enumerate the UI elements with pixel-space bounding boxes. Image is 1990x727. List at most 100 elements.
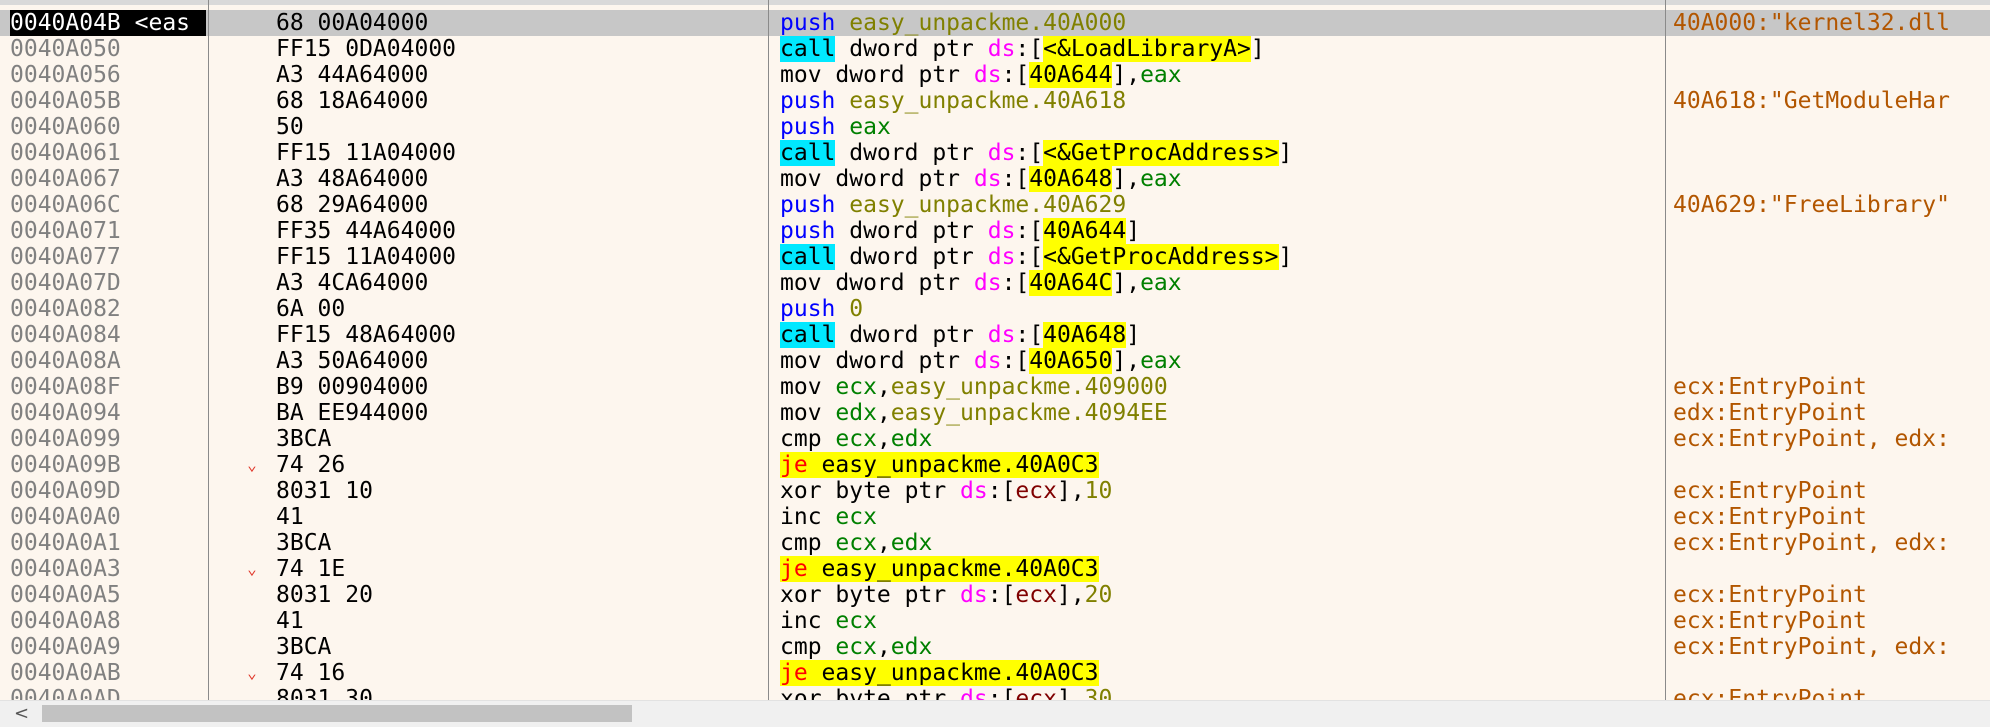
instruction-token: ,: [876, 426, 891, 452]
address-cell: 0040A0A5: [10, 582, 121, 608]
bytes-cell: 8031 10: [276, 478, 373, 504]
address-cell: 0040A084: [10, 322, 121, 348]
jump-arrow-icon[interactable]: ⌄: [240, 452, 264, 478]
column-divider-bytes[interactable]: [768, 0, 769, 700]
disasm-row[interactable]: 0040A08A A3 50A64000 mov dword ptr ds:[40A…: [0, 348, 1990, 374]
instruction-token: ds: [973, 270, 1002, 296]
scrollbar-thumb[interactable]: [42, 705, 632, 722]
disasm-row[interactable]: 0040A071 FF35 44A64000 push dword ptr ds:[…: [0, 218, 1990, 244]
instruction-token: ,: [876, 374, 891, 400]
disasm-row[interactable]: 0040A05B 68 18A64000 push easy_unpackme.40…: [0, 88, 1990, 114]
disasm-row[interactable]: 0040A0AB ⌄ 74 16 je easy_unpackme.40A0C3: [0, 660, 1990, 686]
instruction-token: ,: [876, 400, 891, 426]
comment-cell: ecx:EntryPoint: [1673, 504, 1867, 530]
instruction-token: je: [780, 452, 808, 478]
address-cell: 0040A0A1: [10, 530, 121, 556]
disasm-row[interactable]: 0040A060 50 push eax: [0, 114, 1990, 140]
disassembly-cell: mov ecx,easy_unpackme.409000: [780, 374, 1660, 400]
bytes-cell: A3 44A64000: [276, 62, 429, 88]
instruction-token: inc: [780, 608, 836, 634]
disasm-row[interactable]: 0040A056 A3 44A64000 mov dword ptr ds:[40A…: [0, 62, 1990, 88]
disasm-row[interactable]: 0040A09B ⌄ 74 26 je easy_unpackme.40A0C3: [0, 452, 1990, 478]
instruction-token: ],: [1112, 270, 1141, 296]
disasm-row[interactable]: 0040A099 3BCA cmp ecx,edx ecx:EntryPoint, e…: [0, 426, 1990, 452]
disassembly-cell: mov dword ptr ds:[40A64C],eax: [780, 270, 1660, 296]
horizontal-scrollbar[interactable]: <: [0, 700, 1990, 727]
disassembly-cell: call dword ptr ds:[40A648]: [780, 322, 1660, 348]
disassembly-cell: je easy_unpackme.40A0C3: [780, 556, 1660, 582]
disasm-row[interactable]: 0040A050 FF15 0DA04000 call dword ptr ds:[…: [0, 36, 1990, 62]
disasm-row[interactable]: 0040A06C 68 29A64000 push easy_unpackme.40…: [0, 192, 1990, 218]
address-cell: 0040A09B: [10, 452, 121, 478]
instruction-token: push: [780, 88, 836, 114]
disasm-row[interactable]: 0040A0A0 41 inc ecx ecx:EntryPoint: [0, 504, 1990, 530]
instruction-token: edx: [890, 634, 933, 660]
instruction-token: :[: [987, 478, 1016, 504]
disasm-row[interactable]: 0040A0A1 3BCA cmp ecx,edx ecx:EntryPoint, e…: [0, 530, 1990, 556]
comment-cell: ecx:EntryPoint: [1673, 478, 1867, 504]
column-divider-disassembly[interactable]: [1665, 0, 1666, 700]
instruction-token: cmp: [780, 530, 836, 556]
disassembly-cell: inc ecx: [780, 608, 1660, 634]
disasm-row[interactable]: 0040A0AD 8031 30 xor byte ptr ds:[ecx],30 e…: [0, 686, 1990, 700]
address-cell: 0040A099: [10, 426, 121, 452]
instruction-token: ecx: [1015, 582, 1057, 608]
disasm-row[interactable]: 0040A08F B9 00904000 mov ecx,easy_unpackme…: [0, 374, 1990, 400]
instruction-token: edx: [835, 400, 877, 426]
disasm-row[interactable]: 0040A077 FF15 11A04000 call dword ptr ds:[…: [0, 244, 1990, 270]
disasm-row[interactable]: 0040A084 FF15 48A64000 call dword ptr ds:[…: [0, 322, 1990, 348]
address-cell: 0040A0AD: [10, 686, 121, 700]
instruction-token: ds: [987, 322, 1016, 348]
instruction-token: [835, 296, 849, 322]
instruction-token: ds: [973, 62, 1002, 88]
disassembly-cell: mov dword ptr ds:[40A648],eax: [780, 166, 1660, 192]
disasm-row[interactable]: 0040A0A9 3BCA cmp ecx,edx ecx:EntryPoint, e…: [0, 634, 1990, 660]
disasm-row[interactable]: 0040A0A5 8031 20 xor byte ptr ds:[ecx],20 e…: [0, 582, 1990, 608]
comment-cell: 40A618:"GetModuleHar: [1673, 88, 1950, 114]
header-strip: [0, 0, 1990, 5]
instruction-token: 40A644: [1043, 218, 1127, 244]
instruction-token: eax: [849, 114, 891, 140]
disasm-row[interactable]: 0040A067 A3 48A64000 mov dword ptr ds:[40A…: [0, 166, 1990, 192]
comment-cell: ecx:EntryPoint, edx:: [1673, 426, 1950, 452]
disasm-row[interactable]: 0040A082 6A 00 push 0: [0, 296, 1990, 322]
instruction-token: edx: [890, 426, 933, 452]
bytes-cell: 41: [276, 608, 304, 634]
bytes-cell: FF35 44A64000: [276, 218, 457, 244]
jump-arrow-icon[interactable]: ⌄: [240, 556, 264, 582]
instruction-token: mov dword ptr: [780, 270, 974, 296]
instruction-token: [835, 114, 849, 140]
comment-cell: ecx:EntryPoint: [1673, 686, 1867, 700]
disassembly-cell: push eax: [780, 114, 1660, 140]
bytes-cell: FF15 11A04000: [276, 140, 457, 166]
instruction-token: ],: [1112, 166, 1141, 192]
instruction-token: call: [780, 322, 836, 348]
disasm-row[interactable]: 0040A094 BA EE944000 mov edx,easy_unpackme…: [0, 400, 1990, 426]
arrow-left-icon[interactable]: <: [14, 703, 29, 724]
disassembly-view[interactable]: 0040A04B <eas 68 00A04000 push easy_unpack…: [0, 0, 1990, 700]
address-cell: 0040A0AB: [10, 660, 121, 686]
disassembly-cell: je easy_unpackme.40A0C3: [780, 452, 1660, 478]
instruction-token: eax: [1140, 270, 1182, 296]
jump-arrow-icon[interactable]: ⌄: [240, 660, 264, 686]
disasm-row[interactable]: 0040A09D 8031 10 xor byte ptr ds:[ecx],10 e…: [0, 478, 1990, 504]
address-cell: 0040A04B <eas: [10, 10, 206, 36]
instruction-token: easy_unpackme.40A0C3: [807, 660, 1099, 686]
disasm-row[interactable]: 0040A061 FF15 11A04000 call dword ptr ds:[…: [0, 140, 1990, 166]
instruction-token: 10: [1084, 478, 1113, 504]
instruction-token: call: [780, 244, 836, 270]
instruction-token: dword ptr: [835, 140, 988, 166]
instruction-token: dword ptr: [835, 322, 988, 348]
disasm-row[interactable]: 0040A0A3 ⌄ 74 1E je easy_unpackme.40A0C3: [0, 556, 1990, 582]
instruction-token: push: [780, 218, 836, 244]
address-cell: 0040A06C: [10, 192, 121, 218]
disasm-row[interactable]: 0040A04B <eas 68 00A04000 push easy_unpack…: [0, 10, 1990, 36]
column-divider-address[interactable]: [208, 0, 209, 700]
disasm-row[interactable]: 0040A07D A3 4CA64000 mov dword ptr ds:[40A…: [0, 270, 1990, 296]
instruction-token: :[: [987, 582, 1016, 608]
comment-cell: ecx:EntryPoint: [1673, 374, 1867, 400]
disasm-row[interactable]: 0040A0A8 41 inc ecx ecx:EntryPoint: [0, 608, 1990, 634]
comment-cell: 40A629:"FreeLibrary": [1673, 192, 1950, 218]
address-cell: 0040A0A9: [10, 634, 121, 660]
instruction-token: ],: [1112, 348, 1141, 374]
